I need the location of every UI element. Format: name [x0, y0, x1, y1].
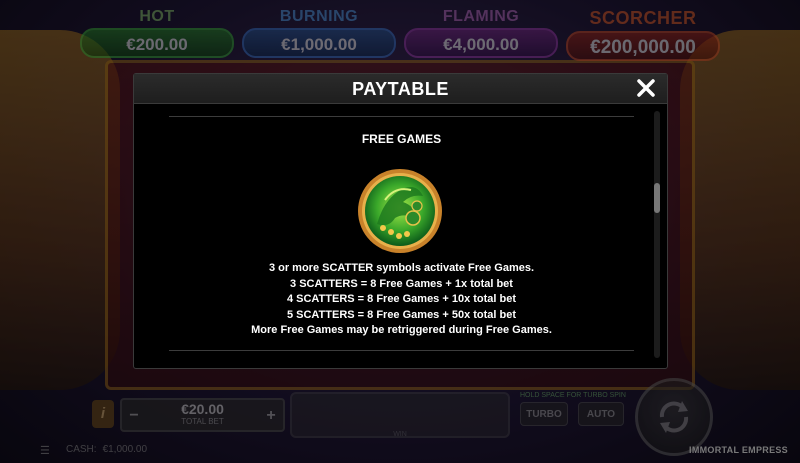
- description-line: 4 SCATTERS = 8 Free Games + 10x total be…: [286, 293, 517, 305]
- close-button[interactable]: [634, 76, 658, 100]
- modal-header: PAYTABLE: [134, 74, 667, 104]
- paytable-scrollbar[interactable]: [654, 111, 660, 358]
- description-line: 5 SCATTERS = 8 Free Games + 50x total be…: [286, 308, 517, 321]
- section-title: FREE GAMES: [361, 132, 442, 146]
- divider: [169, 116, 634, 117]
- paytable-content: FREE GAMES 3 or more SCATTER symbols act…: [169, 116, 634, 351]
- description-line: 3 or more SCATTER symbols activate Free …: [268, 262, 535, 274]
- divider: [169, 350, 634, 351]
- modal-title: PAYTABLE: [352, 79, 449, 99]
- paytable-modal: PAYTABLE FREE GAMES 3 or more SCATTER sy…: [133, 73, 668, 369]
- free-games-description: 3 or more SCATTER symbols activate Free …: [169, 261, 634, 339]
- scroll-thumb[interactable]: [654, 183, 660, 213]
- description-line: More Free Games may be retriggered durin…: [251, 324, 552, 336]
- green-peacock-scatter-icon: [358, 169, 442, 253]
- description-line: 3 SCATTERS = 8 Free Games + 1x total bet: [290, 277, 513, 290]
- close-icon: [637, 79, 655, 97]
